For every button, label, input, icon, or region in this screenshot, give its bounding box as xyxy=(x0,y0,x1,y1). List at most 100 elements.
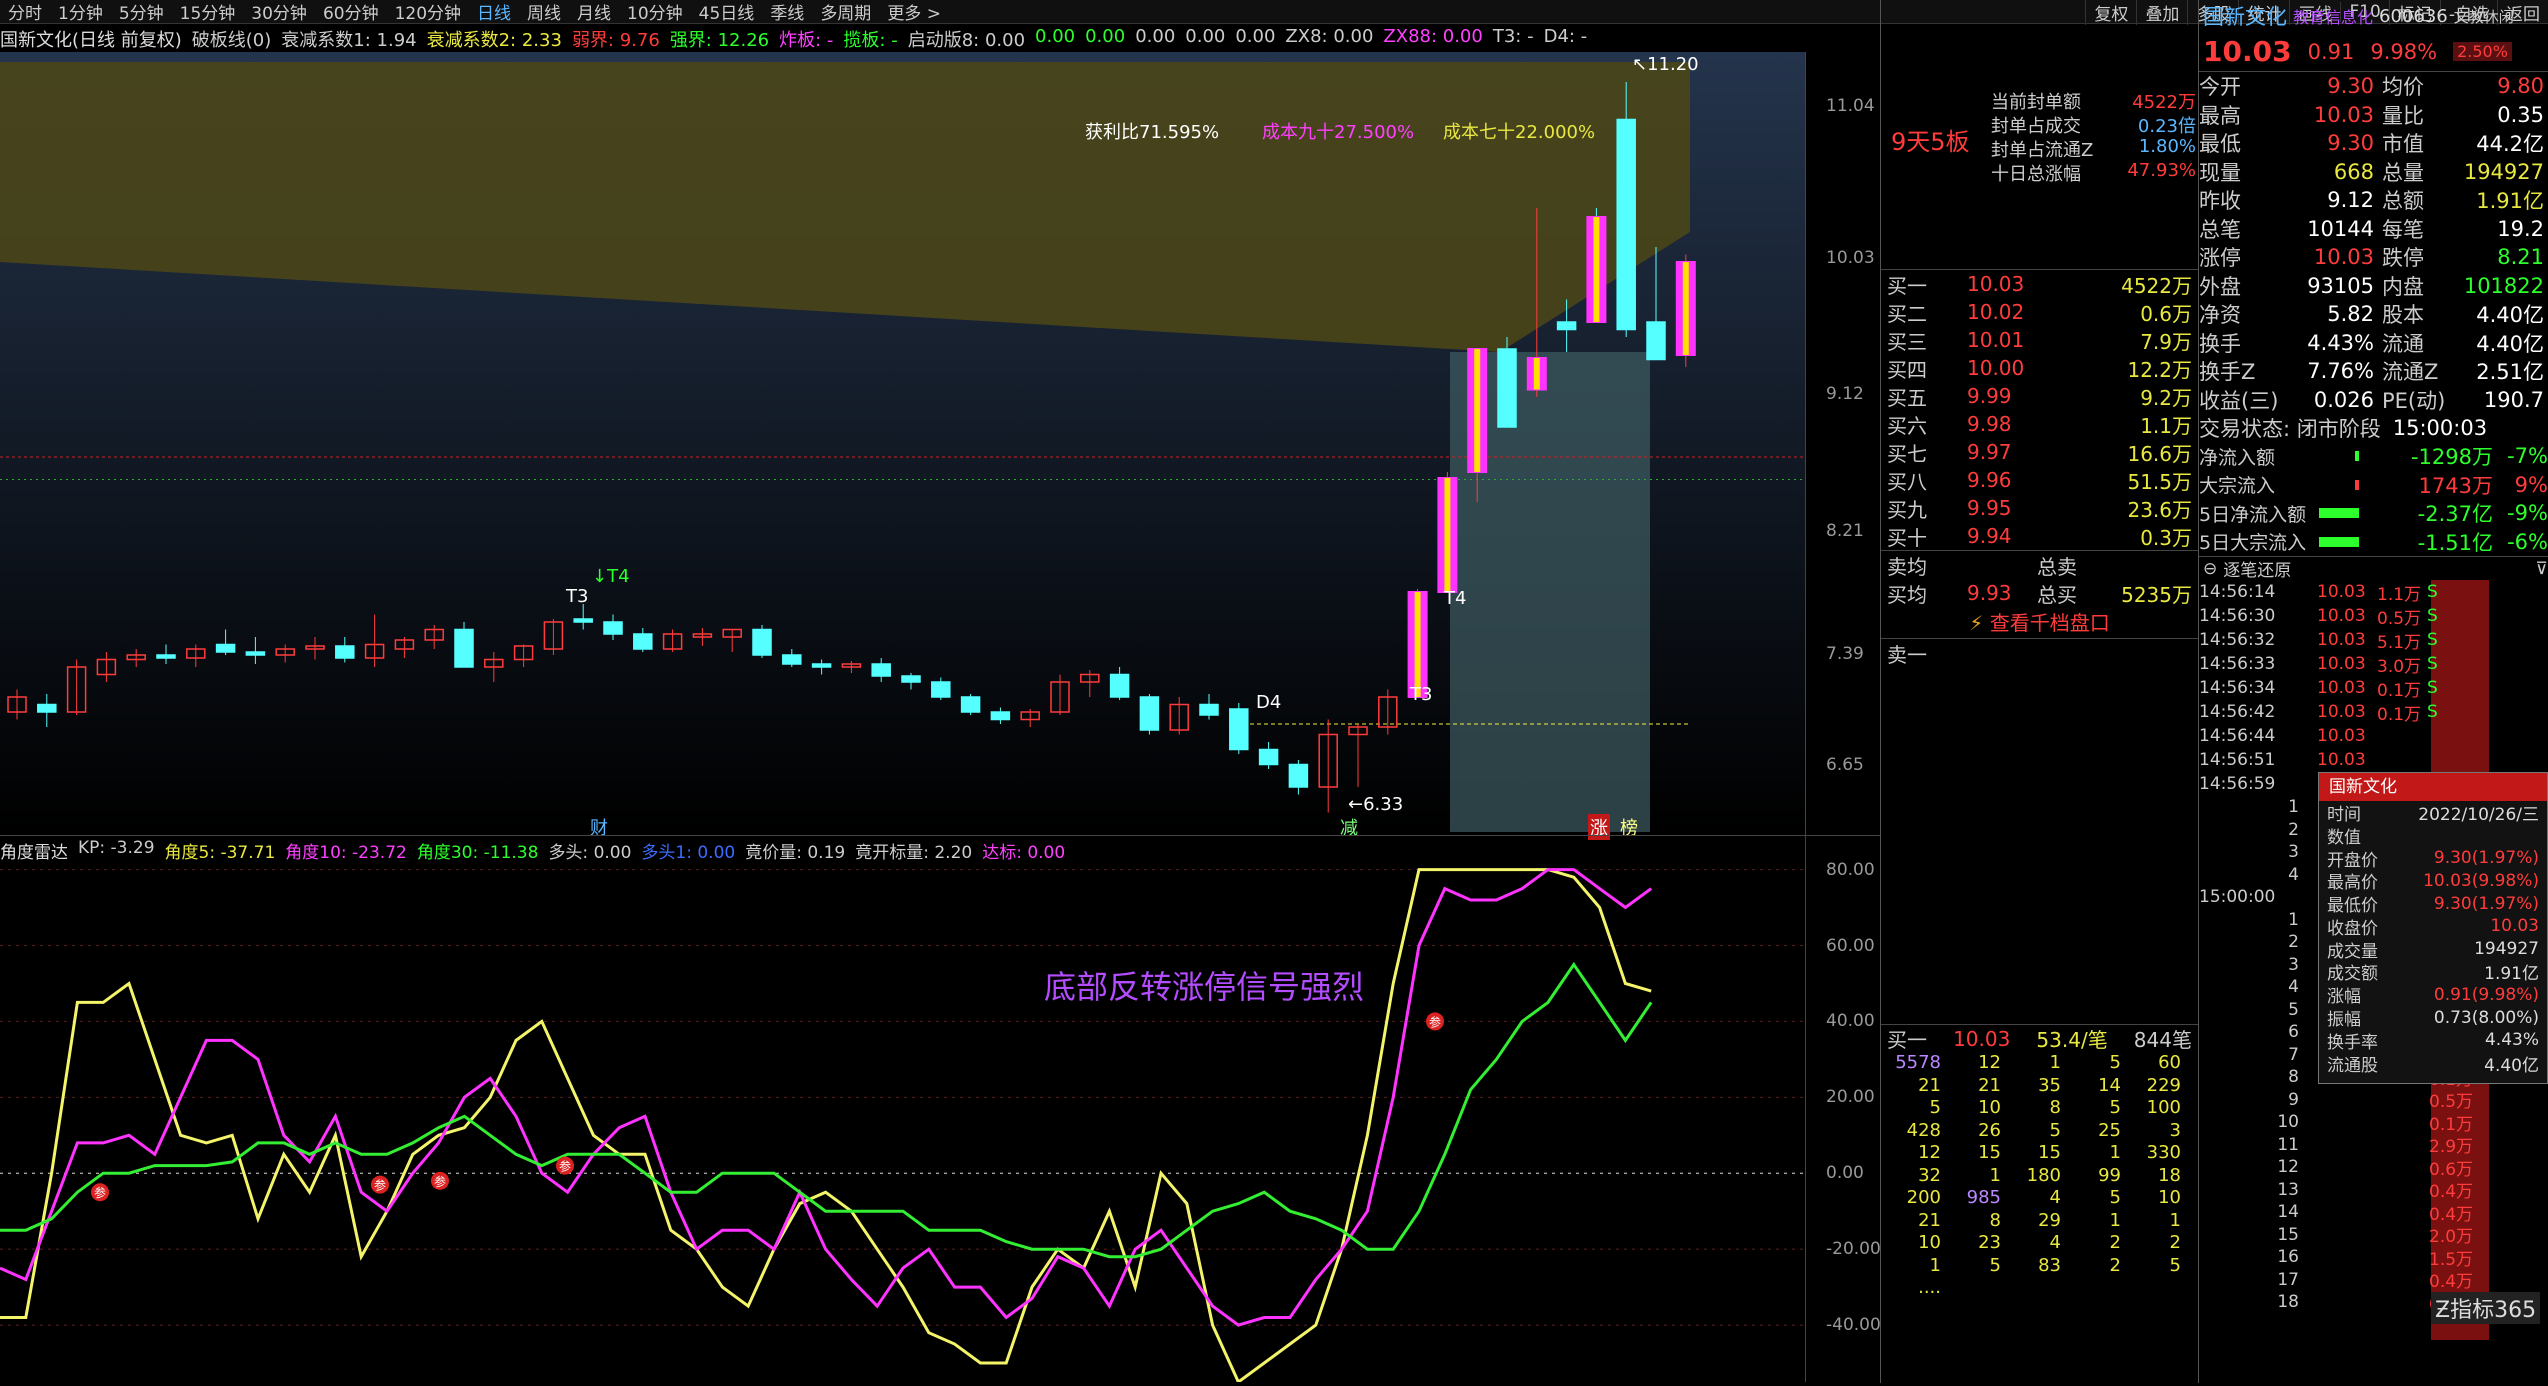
indicator-svg[interactable]: 参参 参参参 xyxy=(0,862,1805,1385)
tick-volume: 5.1万 xyxy=(2377,632,2422,653)
view-depth-link[interactable]: 查看千档盘口 xyxy=(1990,611,2110,635)
bid-row[interactable]: 买一 10.03 4522万 xyxy=(1881,270,2198,298)
bid-row[interactable]: 买五 9.99 9.2万 xyxy=(1881,382,2198,410)
tooltip-label: 开盘价 xyxy=(2327,850,2378,871)
queue-cell: 25 xyxy=(2098,1119,2121,1141)
bid-row[interactable]: 买六 9.98 1.1万 xyxy=(1881,410,2198,438)
tick-volume: 0.1万 xyxy=(2377,680,2422,701)
candle[interactable] xyxy=(1139,696,1160,731)
bid-row[interactable]: 买四 10.00 12.2万 xyxy=(1881,354,2198,382)
bid-row[interactable]: 买十 9.94 0.3万 xyxy=(1881,522,2198,550)
minute-label: 3 xyxy=(2288,842,2299,863)
period-tab[interactable]: 日线 xyxy=(469,0,519,24)
candle[interactable] xyxy=(782,654,802,665)
period-tab[interactable]: 更多 > xyxy=(879,0,949,24)
candle[interactable] xyxy=(1199,703,1219,716)
candlestick-svg[interactable] xyxy=(0,52,1805,872)
pct-change: 9.98% xyxy=(2370,39,2438,64)
limit-up-core xyxy=(1414,592,1421,697)
indicator-value: 0.00 xyxy=(1035,26,1076,47)
minute-label: 2 xyxy=(2288,819,2299,840)
candle[interactable] xyxy=(1288,763,1309,788)
candle[interactable] xyxy=(901,675,921,683)
period-tab[interactable]: 30分钟 xyxy=(243,0,315,24)
bid-row[interactable]: 买八 9.96 51.5万 xyxy=(1881,466,2198,494)
bid-row[interactable]: 买三 10.01 7.9万 xyxy=(1881,326,2198,354)
period-tab[interactable]: 多周期 xyxy=(812,0,879,24)
period-tab[interactable]: 分时 xyxy=(0,0,50,24)
seal-stat: 当前封单额 4522万 xyxy=(1991,88,2196,113)
candle[interactable] xyxy=(1497,348,1517,428)
quote-row: 今开 9.30 均价 9.80 xyxy=(2199,72,2548,101)
quote-value: 93105 xyxy=(2307,273,2374,298)
price-chart[interactable]: 获利比71.595% 成本九十27.500% 成本七十22.000% ↖11.2… xyxy=(0,52,1805,872)
bid-row[interactable]: 买二 10.02 0.6万 xyxy=(1881,298,2198,326)
seal-stat-label: 封单占成交 xyxy=(1991,116,2081,137)
period-tab[interactable]: 15分钟 xyxy=(172,0,244,24)
tooltip-label: 数值 xyxy=(2327,827,2361,848)
candle[interactable] xyxy=(454,628,474,668)
candle[interactable] xyxy=(960,696,981,713)
candle[interactable] xyxy=(156,654,176,659)
period-tab[interactable]: 45日线 xyxy=(691,0,763,24)
indicator-value: ZX8: 0.00 xyxy=(1285,26,1374,47)
minute-label: 17 xyxy=(2277,1269,2299,1290)
limit-up-core xyxy=(1682,262,1689,355)
quote-label: 涨停 xyxy=(2199,246,2241,271)
candle[interactable] xyxy=(1109,673,1130,698)
minute-volume: 0.4万 xyxy=(2429,1204,2474,1225)
candle[interactable] xyxy=(1646,321,1666,361)
stock-name[interactable]: 国新文化 xyxy=(2203,1,2287,31)
candle[interactable] xyxy=(37,703,57,713)
period-tab[interactable]: 60分钟 xyxy=(315,0,387,24)
tick-row: 14:56:32 10.03 5.1万 S xyxy=(2199,628,2548,653)
period-tab[interactable]: 月线 xyxy=(569,0,619,24)
candle[interactable] xyxy=(871,663,891,677)
price-tick: 6.65 xyxy=(1826,754,1864,775)
minute-label: 6 xyxy=(2288,1022,2299,1043)
period-tab[interactable]: 1分钟 xyxy=(50,0,111,24)
collapse-icon[interactable]: ⊖ xyxy=(2203,559,2217,579)
queue-cell: 23 xyxy=(1978,1232,2001,1253)
period-tab[interactable]: 10分钟 xyxy=(619,0,691,24)
minute-volume: 0.4万 xyxy=(2429,1272,2474,1293)
queue-cell: 1 xyxy=(2109,1209,2121,1231)
price-tick: 7.39 xyxy=(1826,643,1864,664)
candle[interactable] xyxy=(633,633,653,650)
bid-row[interactable]: 买七 9.97 16.6万 xyxy=(1881,438,2198,466)
candle[interactable] xyxy=(990,711,1011,721)
candle[interactable] xyxy=(603,621,623,635)
candle[interactable] xyxy=(1556,321,1577,331)
candle[interactable] xyxy=(931,681,951,698)
candle[interactable] xyxy=(1229,708,1249,751)
candle[interactable] xyxy=(1258,748,1279,766)
quote-tooltip: 国新文化 时间 2022/10/26/三 数值 开盘价 9.30(1.97%) 最高价 10… xyxy=(2318,772,2548,1084)
candle[interactable] xyxy=(215,643,236,653)
quote-value: 4.43% xyxy=(2307,330,2374,355)
candle[interactable] xyxy=(811,663,832,668)
period-tab[interactable]: 120分钟 xyxy=(387,0,469,24)
queue-cell: 26 xyxy=(1978,1119,2001,1141)
quote-value: 4.40亿 xyxy=(2476,303,2544,328)
tooltip-value: 0.91(9.98%) xyxy=(2433,984,2539,1005)
indicator-chart[interactable]: 参参参参参 底部反转涨停信号强烈 xyxy=(0,862,1805,1385)
period-tab[interactable]: 5分钟 xyxy=(111,0,172,24)
avg-label: 卖均 xyxy=(1887,554,1927,579)
candle[interactable] xyxy=(335,645,355,659)
indicator-tick: -20.00 xyxy=(1826,1239,1881,1260)
filter-icon[interactable]: ⊽ xyxy=(2536,559,2548,579)
minute-label: 4 xyxy=(2288,977,2299,998)
period-tab[interactable]: 周线 xyxy=(519,0,569,24)
candle[interactable] xyxy=(245,651,266,656)
queue-cell: 5 xyxy=(2169,1254,2181,1276)
price-tick: 8.21 xyxy=(1826,520,1864,541)
candle[interactable] xyxy=(1616,118,1636,331)
logo-icon: Ƶ xyxy=(2435,1298,2451,1323)
candle[interactable] xyxy=(752,628,772,656)
bid-row[interactable]: 买九 9.95 23.6万 xyxy=(1881,494,2198,522)
queue-row: 5578 12 1 5 60 xyxy=(1881,1052,2198,1075)
signal-annotation: 底部反转涨停信号强烈 xyxy=(1044,968,1365,1006)
period-tab[interactable]: 季线 xyxy=(762,0,812,24)
quote-value: 7.76% xyxy=(2307,359,2374,384)
candle[interactable] xyxy=(573,618,593,623)
